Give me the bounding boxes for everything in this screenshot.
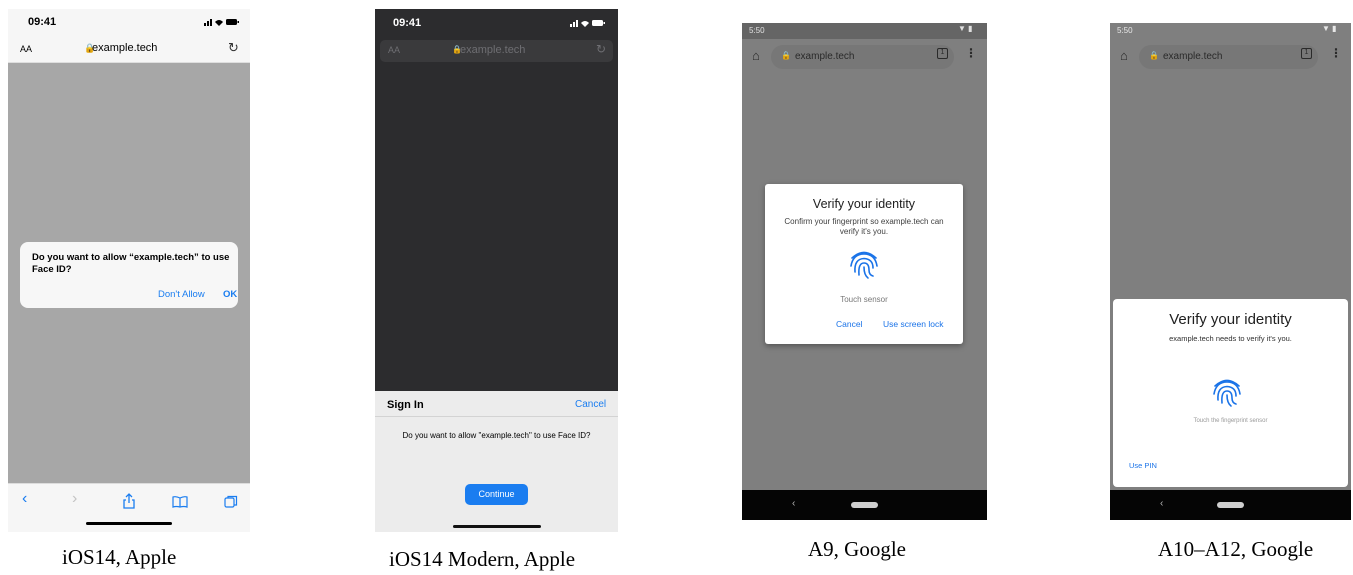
wifi-battery-icon: ▼ ▮ (958, 24, 973, 33)
home-pill[interactable] (851, 502, 878, 508)
reload-icon[interactable]: ↻ (228, 40, 239, 56)
verify-identity-dialog: Verify your identity Confirm your finger… (765, 184, 963, 344)
home-icon[interactable]: ⌂ (1120, 48, 1128, 63)
status-time: 09:41 (393, 17, 422, 29)
status-time: 09:41 (28, 16, 57, 28)
touch-sensor-hint: Touch the fingerprint sensor (1193, 418, 1268, 424)
alert-message: Do you want to allow “example.tech” to u… (32, 252, 230, 275)
face-id-permission-alert: Do you want to allow “example.tech” to u… (20, 242, 238, 308)
back-nav-icon[interactable]: ‹ (1160, 498, 1163, 509)
cancel-button[interactable]: Cancel (836, 319, 862, 329)
tab-switcher-button[interactable]: 1 (937, 48, 948, 59)
status-bar: 5:50 ▼ ▮ (1110, 23, 1351, 39)
chrome-toolbar: ⌂ 🔒 example.tech 1 ⋮ (1110, 39, 1351, 75)
dont-allow-button[interactable]: Don't Allow (158, 289, 205, 300)
back-nav-icon[interactable]: ‹ (792, 498, 795, 509)
ios14-phone-screen: 09:41 AA 🔒 example.tech ↻ Do you want to… (8, 9, 250, 532)
url-host: example.tech (795, 51, 855, 62)
back-icon[interactable]: ‹ (22, 490, 27, 508)
status-time: 5:50 (1117, 26, 1133, 35)
forward-icon[interactable]: › (72, 490, 77, 508)
sheet-message: Do you want to allow "example.tech" to u… (402, 431, 591, 440)
home-indicator (86, 522, 172, 525)
signal-wifi-battery-icon (204, 19, 239, 26)
address-bar[interactable]: AA 🔒 example.tech ↻ (380, 40, 613, 62)
url-host: example.tech (92, 42, 158, 54)
a10-a12-phone-screen: 5:50 ▼ ▮ ⌂ 🔒 example.tech 1 ⋮ Verify you… (1110, 23, 1351, 520)
continue-button[interactable]: Continue (465, 484, 528, 505)
more-menu-icon[interactable]: ⋮ (965, 46, 977, 60)
cancel-button[interactable]: Cancel (575, 399, 606, 410)
lock-icon: 🔒 (1149, 51, 1159, 60)
text-size-button[interactable]: AA (20, 44, 32, 54)
dialog-subtitle: Confirm your fingerprint so example.tech… (784, 217, 944, 236)
address-bar[interactable]: 🔒 example.tech (1139, 45, 1318, 69)
use-pin-button[interactable]: Use PIN (1129, 461, 1157, 470)
address-bar[interactable]: 🔒 example.tech (771, 45, 954, 69)
signal-wifi-battery-icon (570, 20, 605, 27)
dialog-title: Verify your identity (812, 197, 916, 211)
status-bar: 09:41 (8, 9, 250, 35)
home-indicator (453, 525, 541, 528)
caption-a9: A9, Google (808, 537, 906, 561)
fingerprint-icon[interactable] (847, 246, 881, 280)
tabs-icon[interactable] (224, 495, 238, 509)
url-host: example.tech (460, 44, 526, 56)
sheet-title: Sign In (387, 399, 424, 411)
status-time: 5:50 (749, 26, 765, 35)
reload-icon[interactable]: ↻ (596, 42, 606, 56)
caption-a10-a12: A10–A12, Google (1158, 537, 1314, 561)
navigation-bar: ‹ (742, 490, 987, 520)
ios14-modern-phone-screen: 09:41 AA 🔒 example.tech ↻ Sign In Cancel… (375, 9, 618, 532)
home-pill[interactable] (1217, 502, 1244, 508)
sign-in-sheet: Sign In Cancel Do you want to allow "exa… (375, 391, 618, 532)
bookmarks-icon[interactable] (172, 496, 188, 508)
lock-icon: 🔒 (781, 51, 791, 60)
chrome-toolbar: ⌂ 🔒 example.tech 1 ⋮ (742, 39, 987, 75)
address-bar[interactable]: AA 🔒 example.tech ↻ (8, 35, 250, 63)
wifi-battery-icon: ▼ ▮ (1322, 24, 1337, 33)
verify-identity-sheet: Verify your identity example.tech needs … (1113, 299, 1348, 487)
more-menu-icon[interactable]: ⋮ (1330, 46, 1342, 60)
sheet-header: Sign In Cancel (375, 391, 618, 417)
caption-ios14: iOS14, Apple (62, 545, 177, 569)
navigation-bar: ‹ (1110, 490, 1351, 520)
status-bar: 5:50 ▼ ▮ (742, 23, 987, 39)
ok-button[interactable]: OK (223, 289, 237, 300)
home-icon[interactable]: ⌂ (752, 48, 760, 63)
fingerprint-icon[interactable] (1210, 374, 1244, 408)
sheet-subtitle: example.tech needs to verify it's you. (1169, 334, 1292, 343)
caption-ios14-modern: iOS14 Modern, Apple (389, 547, 576, 571)
text-size-button[interactable]: AA (388, 45, 400, 55)
touch-sensor-hint: Touch sensor (840, 295, 888, 304)
url-host: example.tech (1163, 51, 1223, 62)
sheet-title: Verify your identity (1169, 311, 1292, 328)
a9-phone-screen: 5:50 ▼ ▮ ⌂ 🔒 example.tech 1 ⋮ Verify you… (742, 23, 987, 520)
share-icon[interactable] (122, 493, 136, 509)
tab-switcher-button[interactable]: 1 (1301, 48, 1312, 59)
use-screen-lock-button[interactable]: Use screen lock (883, 319, 943, 329)
